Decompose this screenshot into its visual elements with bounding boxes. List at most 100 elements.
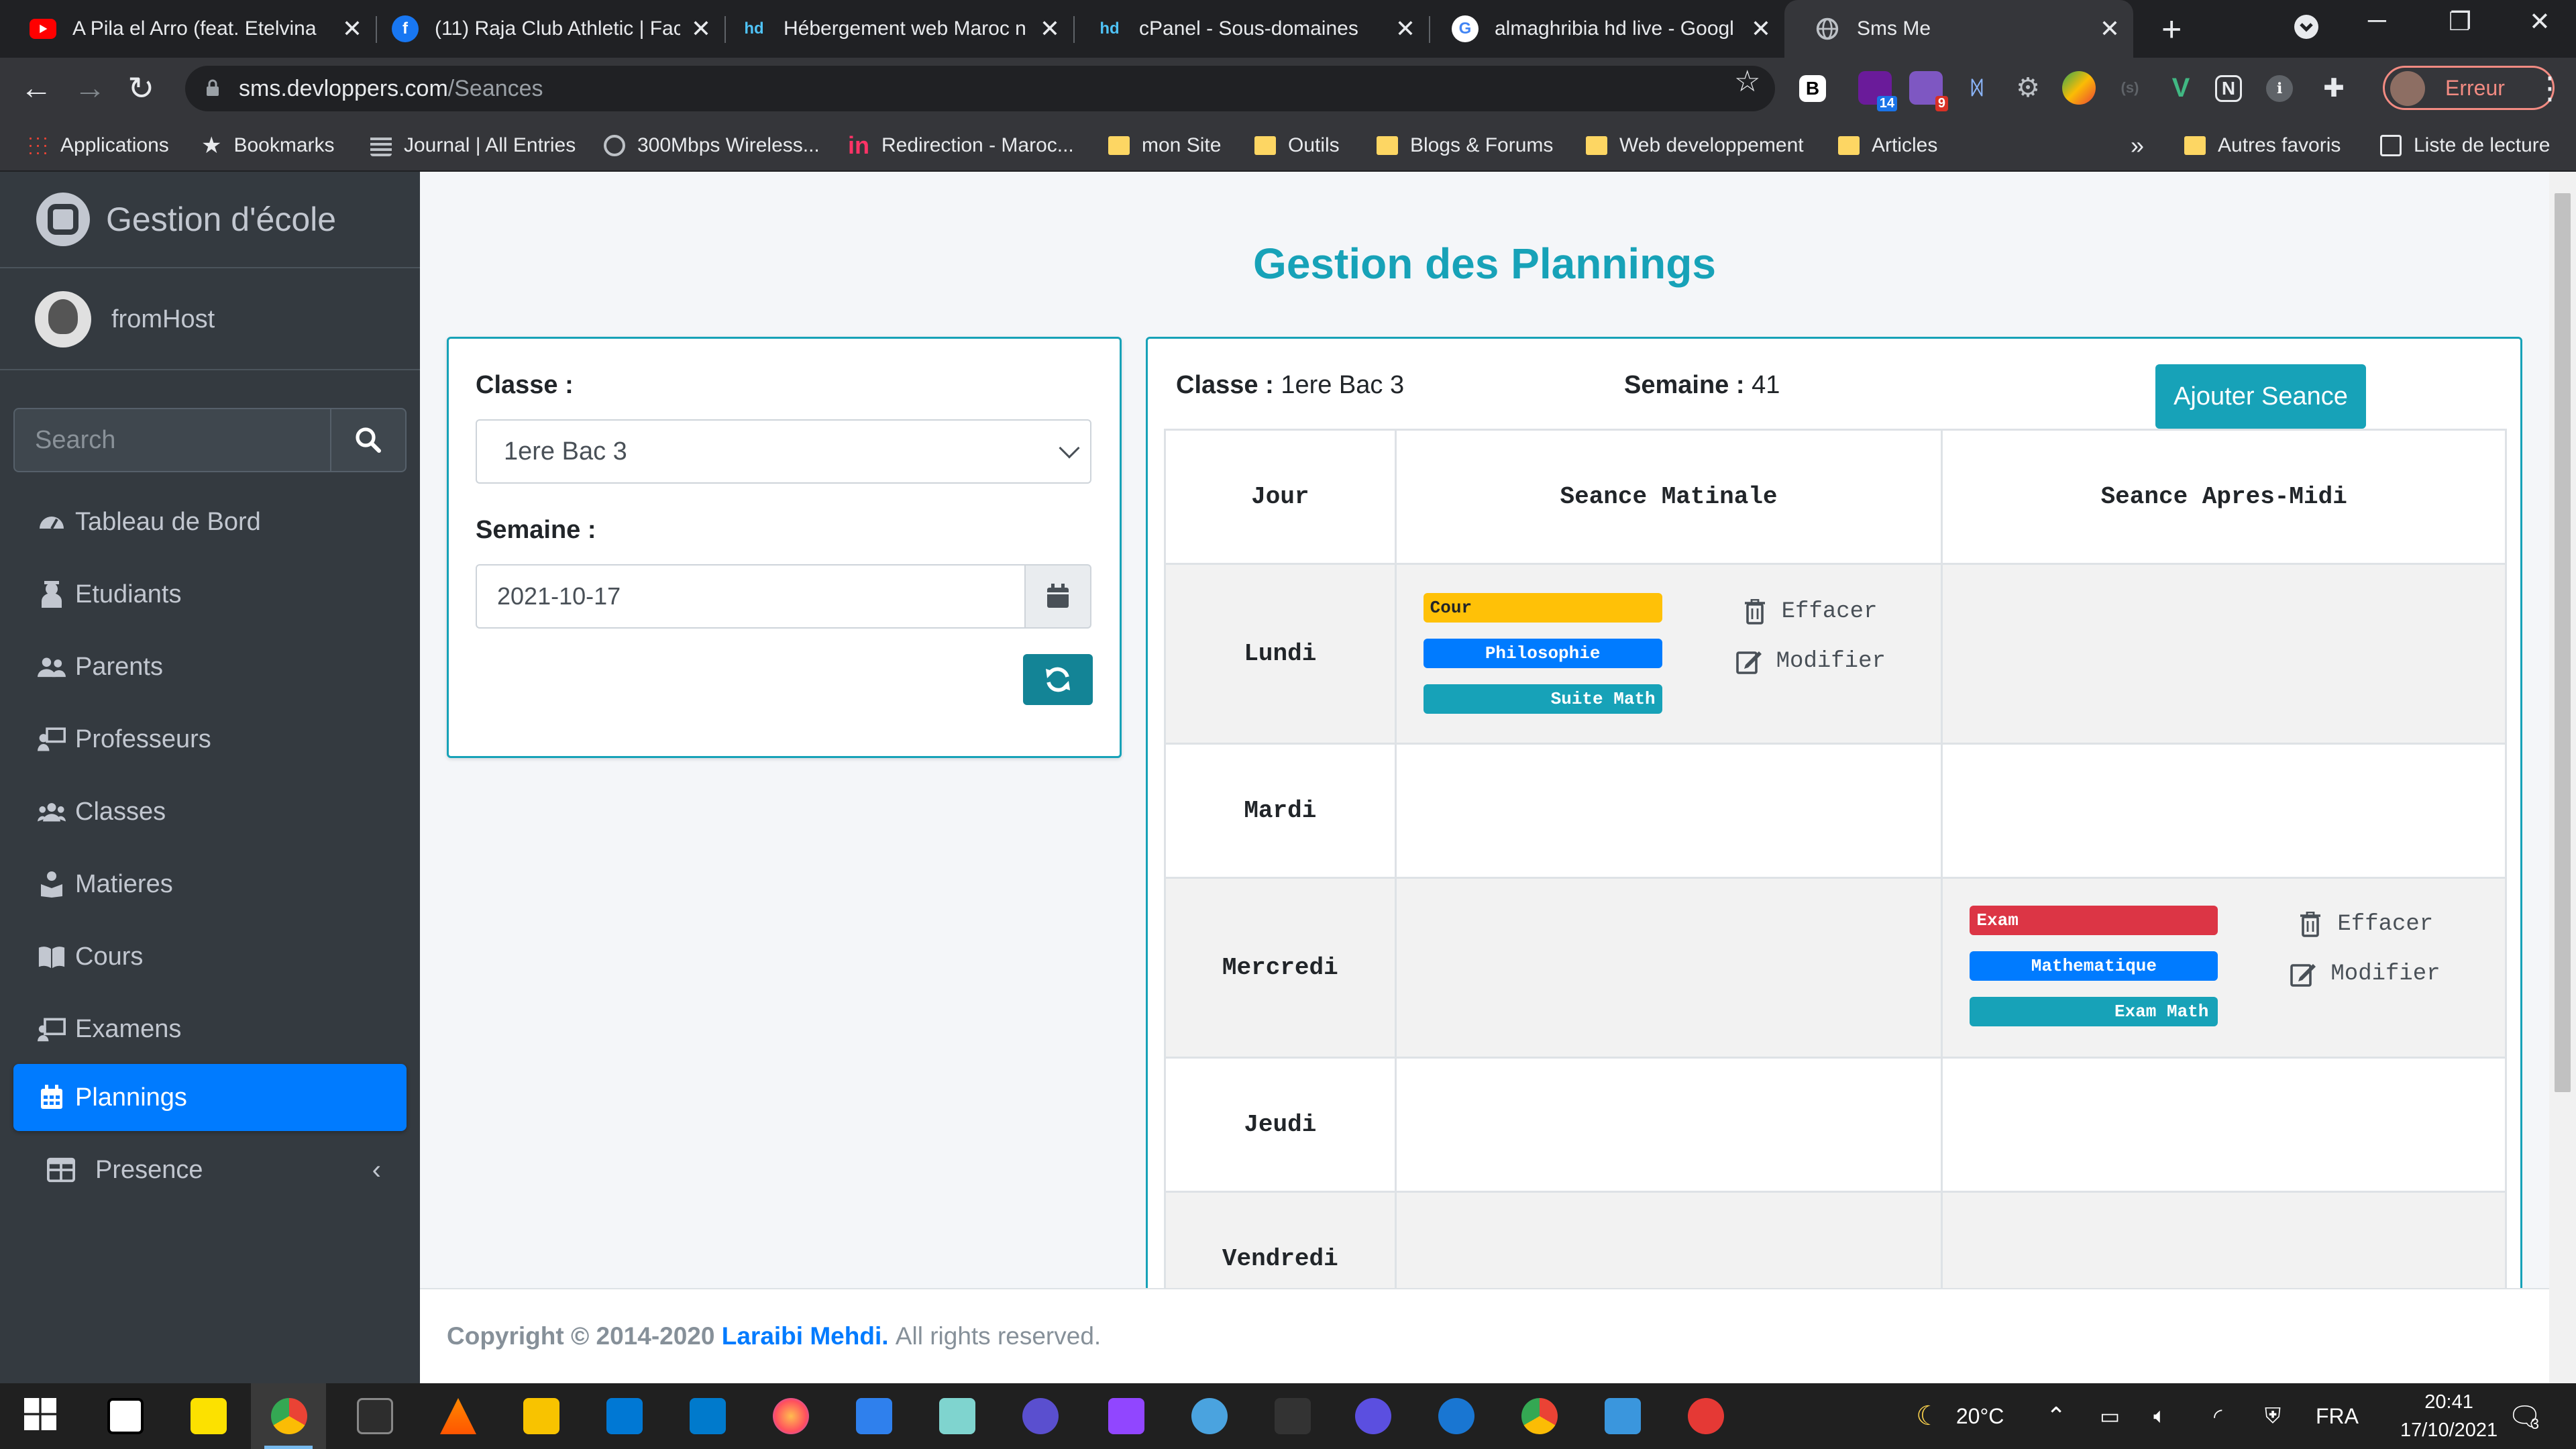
browser-tab[interactable]: G almaghribia hd live - Googl ✕ [1422,0,1784,58]
bookmark-folder[interactable]: Outils [1254,119,1340,172]
search-input[interactable] [13,408,330,472]
notion-icon[interactable] [107,1398,144,1434]
edit-session-button[interactable]: Modifier [2290,961,2440,987]
close-icon[interactable]: ✕ [2100,15,2120,43]
volume-icon[interactable]: 🔈︎ [2153,1383,2166,1449]
app-icon[interactable] [939,1398,975,1434]
chrome-icon[interactable] [271,1398,307,1434]
author-link[interactable]: Laraibi Mehdi. [722,1322,889,1350]
chrome-icon[interactable] [1521,1398,1558,1434]
restore-button[interactable]: ❐ [2449,7,2471,37]
edit-session-button[interactable]: Modifier [1735,648,1886,675]
puzzle-icon[interactable]: ✚ [2317,71,2351,105]
sidebar-item-presence[interactable]: Presence ‹ [13,1136,407,1203]
firefox-icon[interactable] [773,1398,809,1434]
browser-tab[interactable]: hd cPanel - Sous-domaines ✕ [1067,0,1429,58]
sidebar-item-parents[interactable]: Parents [13,633,407,700]
file-explorer-icon[interactable] [523,1398,559,1434]
notion-icon[interactable]: N [2215,75,2242,102]
bookmark-item[interactable]: in Redirection - Maroc... [848,119,1074,172]
close-icon[interactable]: ✕ [1395,15,1415,43]
vscode-icon[interactable] [690,1398,726,1434]
extension-icon[interactable]: 9 [1909,71,1948,111]
refresh-button[interactable] [1023,654,1093,705]
add-seance-button[interactable]: Ajouter Seance [2155,364,2366,429]
app-icon[interactable] [1275,1398,1311,1434]
user-panel[interactable]: fromHost [0,270,420,370]
app-icon[interactable] [1438,1398,1474,1434]
sidebar-item-cours[interactable]: Cours [13,923,407,990]
brand-link[interactable]: Gestion d'école [0,172,420,268]
scrollbar-thumb[interactable] [2555,193,2571,1092]
wifi-icon[interactable]: ◜ [2214,1383,2222,1449]
security-icon[interactable]: ⛨ [2265,1383,2281,1449]
chevron-up-icon[interactable]: ⌃ [2046,1383,2066,1449]
minimize-button[interactable]: ─ [2368,7,2386,36]
bookmark-folder[interactable]: Blogs & Forums [1377,119,1553,172]
terminal-icon[interactable] [357,1398,393,1434]
bookmark-item[interactable]: Journal | All Entries [370,119,576,172]
extension-icon[interactable] [2062,71,2096,105]
sidebar-item-professeurs[interactable]: Professeurs [13,706,407,773]
extension-icon[interactable]: 14 [1858,71,1897,111]
bookmark-folder[interactable]: mon Site [1108,119,1221,172]
page-scrollbar[interactable] [2549,172,2576,1383]
outlook-icon[interactable] [606,1398,643,1434]
new-tab-button[interactable]: + [2161,9,2182,50]
bookmark-item[interactable]: 300Mbps Wireless... [604,119,820,172]
search-button[interactable] [330,408,407,472]
app-icon[interactable] [1191,1398,1228,1434]
extension-icon[interactable]: (s) [2113,71,2147,105]
browser-tab[interactable]: A Pila el Arro (feat. Etelvina ✕ [0,0,376,58]
classe-select[interactable]: 1ere Bac 3 [476,419,1091,484]
tab-search-icon[interactable] [2293,13,2320,47]
gear-icon[interactable]: ⚙ [2011,71,2045,105]
bookmark-item[interactable]: Applications [27,119,169,172]
app-icon[interactable] [1688,1398,1724,1434]
menu-icon[interactable]: ⋮ [2534,70,2565,106]
bookmark-folder[interactable]: Autres favoris [2184,119,2341,172]
network-app-icon[interactable] [856,1398,892,1434]
language-indicator[interactable]: FRA [2316,1383,2359,1449]
battery-icon[interactable]: ▭ [2100,1383,2120,1449]
close-icon[interactable]: ✕ [1751,15,1771,43]
forward-button[interactable]: → [74,70,106,107]
bookmark-star-icon[interactable]: ☆ [1734,64,1760,99]
sidebar-item-plannings[interactable]: Plannings [13,1064,407,1131]
bookmark-folder[interactable]: Web developpement [1586,119,1804,172]
bookmarks-overflow-button[interactable]: » [2131,119,2144,172]
close-window-button[interactable]: ✕ [2529,7,2551,37]
reload-button[interactable]: ↻ [127,70,154,107]
browser-tab[interactable]: f (11) Raja Club Athletic | Face ✕ [362,0,724,58]
notifications-button[interactable]: 🗨︎ 3 [2508,1383,2542,1449]
sidebar-item-examens[interactable]: Examens [13,996,407,1063]
profile-error-button[interactable]: Erreur [2383,66,2555,110]
browser-tab-active[interactable]: Sms Me ✕ [1784,0,2133,58]
clock[interactable]: 20:41 17/10/2021 [2400,1383,2498,1449]
twitch-icon[interactable] [1108,1398,1144,1434]
address-bar[interactable]: sms.devloppers.com/Seances [185,66,1775,111]
back-button[interactable]: ← [20,70,52,107]
sidebar-item-classes[interactable]: Classes [13,778,407,845]
delete-session-button[interactable]: Effacer [2297,911,2433,938]
weather-widget[interactable]: ☾ 20°C [1916,1383,2004,1449]
sidebar-item-tableau-de-bord[interactable]: Tableau de Bord [13,488,407,555]
vue-icon[interactable]: V [2164,71,2198,105]
date-input[interactable]: 2021-10-17 [476,564,1026,629]
delete-session-button[interactable]: Effacer [1741,598,1877,625]
browser-tab[interactable]: hd Hébergement web Maroc n ✕ [711,0,1073,58]
extension-icon[interactable]: ᛞ [1960,71,1994,105]
bookmark-folder[interactable]: Articles [1838,119,1937,172]
date-picker-button[interactable] [1024,564,1091,629]
sticky-notes-icon[interactable] [191,1398,227,1434]
sidebar-item-matieres[interactable]: Matieres [13,851,407,918]
close-icon[interactable]: ✕ [691,15,711,43]
extension-icon[interactable]: B [1799,75,1826,102]
bookmark-item[interactable]: ★ Bookmarks [201,119,335,172]
sidebar-item-etudiants[interactable]: Etudiants [13,561,407,628]
app-icon[interactable] [1022,1398,1059,1434]
close-icon[interactable]: ✕ [342,15,362,43]
iptv-icon[interactable] [1355,1398,1391,1434]
close-icon[interactable]: ✕ [1040,15,1060,43]
vlc-icon[interactable] [440,1398,476,1434]
